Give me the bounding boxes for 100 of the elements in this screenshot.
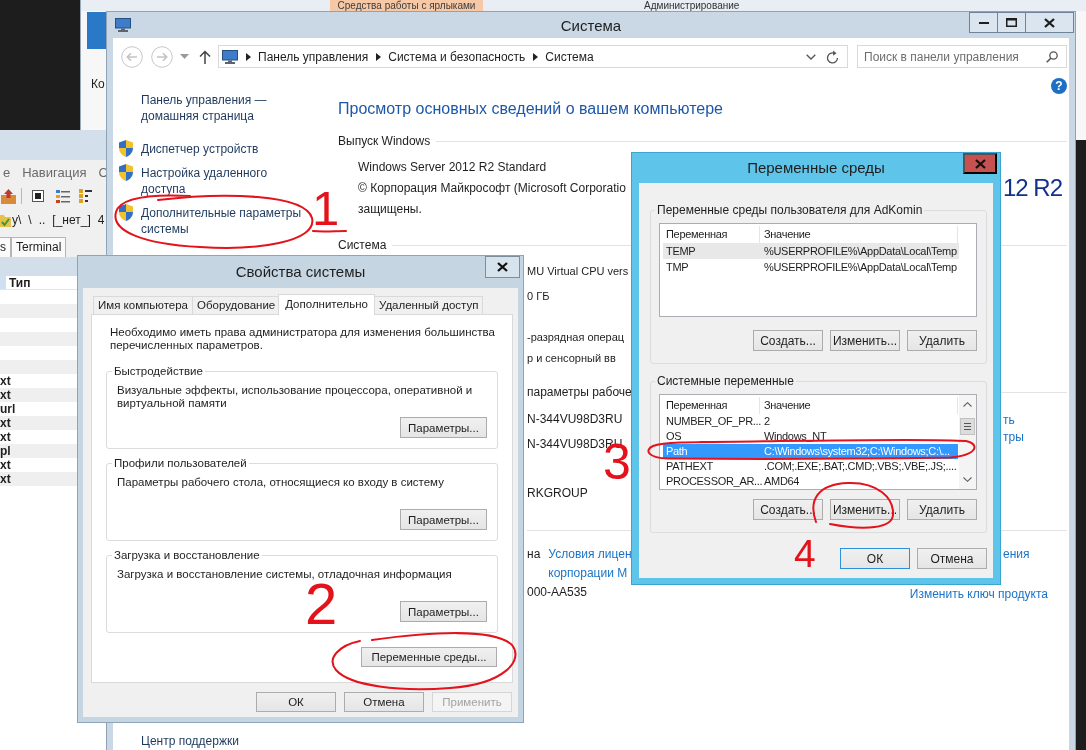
group-title: Быстродействие [113, 364, 204, 378]
tab[interactable]: Terminal [11, 237, 67, 257]
maximize-button[interactable] [997, 12, 1026, 33]
chevron-down-icon[interactable] [963, 477, 972, 482]
tab[interactable]: Удаленный доступ [374, 296, 484, 314]
nav-link[interactable]: Центр поддержки [141, 733, 239, 749]
folder-icon[interactable] [0, 212, 11, 228]
hand-drawn-line [312, 230, 347, 233]
dialog-button[interactable]: Удалить [907, 499, 977, 520]
variable-name: TEMP [665, 244, 697, 259]
file-type: xt [0, 374, 11, 388]
list-icon[interactable] [56, 189, 70, 203]
settings-button[interactable]: Параметры... [400, 601, 487, 622]
scrollbar-thumb[interactable] [960, 418, 975, 435]
tab[interactable]: Имя компьютера [93, 296, 193, 314]
dialog-button[interactable]: Отмена [917, 548, 987, 569]
page-heading: Просмотр основных сведений о вашем компьютере [338, 99, 723, 118]
variables-list[interactable]: Переменная Значение TEMP %USERPROFILE%\AppData\Local\Temp TMP %USERPROFILE%\AppData\Local\Temp [659, 223, 977, 317]
address-bar[interactable]: Панель управления Система и безопасность Система [218, 45, 848, 68]
nav-link[interactable]: Диспетчер устройств [141, 141, 313, 157]
variables-list[interactable]: Переменная Значение NUMBER_OF_PR... 2 OS Windows_NT Path C:\Windows\system32;C:\Windows;C:\... PATHEXT .COM;.EXE;.BAT;.CMD;.VBS;.VBE;.JS;.... PROCESSOR_AR...AMD64 [659, 394, 977, 490]
dialog-button[interactable]: Создать... [753, 330, 823, 351]
section-heading: Система [338, 238, 387, 253]
box-arrow-icon[interactable] [1, 188, 16, 204]
chevron-up-icon[interactable] [963, 402, 972, 407]
tab[interactable]: Дополнительно [278, 294, 375, 315]
list-row[interactable]: TEMP %USERPROFILE%\AppData\Local\Temp [663, 243, 959, 259]
contextual-tab[interactable]: Средства работы с ярлыками [330, 0, 483, 11]
list-row[interactable]: TMP %USERPROFILE%\AppData\Local\Temp [663, 259, 959, 275]
link[interactable]: тры [1003, 430, 1024, 445]
dialog-button[interactable]: ОК [840, 548, 910, 569]
copyright-text: защищены. [358, 202, 422, 217]
nav-link[interactable]: Настройка удаленного доступа [141, 165, 313, 197]
shield-icon [118, 164, 134, 181]
path-segment[interactable]: .. [38, 213, 46, 227]
column-header[interactable]: Переменная [663, 397, 760, 414]
list-row[interactable]: NUMBER_OF_PR... 2 [663, 414, 958, 429]
breadcrumb-arrow-icon [376, 52, 382, 61]
link[interactable]: Условия лицен [548, 547, 632, 562]
minimize-button[interactable] [969, 12, 998, 33]
grid-icon[interactable] [79, 189, 92, 203]
dialog-button[interactable]: Изменить... [830, 330, 900, 351]
shield-icon [118, 140, 134, 157]
nav-link[interactable]: Дополнительные параметры системы [141, 205, 313, 237]
info-value: 0 ГБ [527, 289, 550, 304]
window-icon[interactable] [32, 190, 44, 202]
dropdown-caret-icon[interactable] [180, 54, 189, 59]
tab[interactable]: Оборудование [192, 296, 281, 314]
environment-variables-button[interactable]: Переменные среды... [361, 647, 497, 667]
close-icon [1044, 17, 1055, 28]
file-type: pl [0, 444, 11, 458]
path-segment[interactable]: [_нет_] [52, 213, 91, 227]
list-row[interactable]: PATHEXT .COM;.EXE;.BAT;.CMD;.VBS;.VBE;.JS;.... [663, 459, 959, 474]
path-segment[interactable]: y\ [12, 213, 22, 227]
link[interactable]: Изменить ключ продукта [909, 587, 1048, 602]
edition-name: Windows Server 2012 R2 Standard [358, 160, 547, 175]
variable-value: 2 [763, 414, 771, 429]
computer-icon [115, 18, 131, 32]
nav-link[interactable]: Панель управления — домашняя страница [141, 92, 313, 124]
variable-name: PROCESSOR_AR... [665, 474, 760, 489]
link[interactable]: корпорации М [548, 566, 628, 581]
search-icon[interactable] [1046, 50, 1058, 63]
search-field[interactable]: Поиск в панели управления [857, 45, 1067, 68]
help-button[interactable]: ? [1051, 78, 1067, 94]
breadcrumb[interactable]: Система [545, 49, 594, 64]
dialog-title: Переменные среды [747, 158, 885, 178]
file-type: xt [0, 458, 11, 472]
path-segment[interactable]: 4 [97, 213, 105, 227]
group-description: Параметры рабочего стола, относящиеся ко входу в систему [117, 476, 444, 489]
close-button[interactable] [1025, 12, 1074, 33]
minimize-icon [978, 21, 989, 24]
info-text: Необходимо иметь права администратора для изменения большинства перечисленных параметров. [110, 326, 496, 352]
refresh-icon[interactable] [826, 49, 839, 64]
info-value: на [527, 547, 541, 562]
menu-item[interactable]: е [3, 165, 11, 180]
link[interactable]: ения [1003, 547, 1030, 562]
file-type: xt [0, 388, 11, 402]
breadcrumb[interactable]: Панель управления [258, 49, 369, 64]
dialog-button[interactable]: ОК [256, 692, 336, 712]
dialog-button[interactable]: Отмена [344, 692, 424, 712]
settings-button[interactable]: Параметры... [400, 509, 487, 530]
column-header[interactable]: Тип [9, 275, 31, 290]
list-row[interactable]: OS Windows_NT [663, 429, 958, 444]
breadcrumb[interactable]: Система и безопасность [388, 49, 526, 64]
chevron-down-icon[interactable] [806, 53, 816, 60]
close-button[interactable] [485, 256, 520, 278]
group-description: Загрузка и восстановление системы, отладочная информация [117, 568, 452, 580]
info-value: MU Virtual CPU vers [527, 264, 629, 279]
settings-button[interactable]: Параметры... [400, 417, 487, 438]
up-arrow-icon[interactable] [199, 49, 211, 64]
link[interactable]: ть [1003, 413, 1015, 428]
annotation-number: 4 [794, 539, 816, 570]
group-title: Переменные среды пользователя для AdKomin [656, 203, 924, 217]
scrollbar[interactable] [959, 395, 976, 489]
dialog-button[interactable]: Удалить [907, 330, 977, 351]
column-header[interactable]: Значение [760, 397, 958, 414]
list-row[interactable]: PROCESSOR_AR...AMD64 [663, 474, 958, 489]
annotation-number: 2 [305, 581, 338, 627]
menu-item[interactable]: Навигация [22, 165, 87, 180]
path-segment[interactable]: \ [28, 213, 32, 227]
